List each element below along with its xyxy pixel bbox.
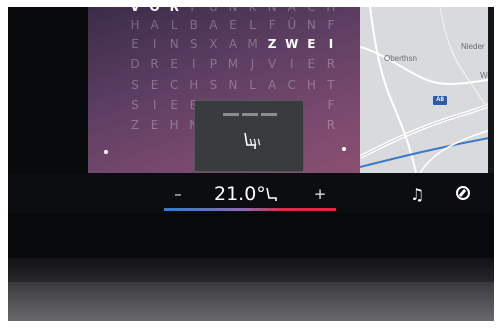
- clock-letter: Ü: [287, 18, 297, 32]
- clock-letter: V: [130, 7, 140, 14]
- temperature-display[interactable]: 21.0°: [214, 183, 266, 205]
- clock-letter: X: [209, 37, 218, 51]
- clock-letter: S: [131, 78, 139, 92]
- clock-letter: N: [306, 18, 316, 32]
- clock-dot-bottom-right: [342, 147, 346, 151]
- clock-letter: E: [150, 118, 159, 132]
- clock-letter: J: [250, 57, 255, 71]
- road-badge-a8: A8: [433, 96, 447, 105]
- clock-row: SECHSNLACHT: [128, 78, 338, 96]
- clock-row: HALBAELFÜNF: [128, 18, 338, 36]
- clock-row: DREIPMJVIER: [128, 57, 338, 75]
- temperature-increase-button[interactable]: +: [312, 185, 328, 203]
- seat-icon[interactable]: [264, 187, 280, 203]
- photo-border-bottom: [0, 321, 502, 329]
- clock-letter: A: [150, 18, 159, 32]
- clock-letter: M: [247, 37, 258, 51]
- clock-letter: H: [189, 78, 199, 92]
- clock-letter: E: [131, 37, 139, 51]
- clock-letter: R: [326, 118, 336, 132]
- clock-letter: E: [229, 18, 237, 32]
- clock-letter: F: [190, 7, 198, 14]
- clock-row: EINSXAMZWEI: [128, 37, 338, 55]
- seat-heat-level-3: [261, 113, 277, 116]
- clock-letter: D: [130, 57, 140, 71]
- clock-letter: R: [169, 7, 179, 14]
- clock-letter: [304, 118, 318, 136]
- clock-letter: I: [192, 57, 196, 71]
- clock-letter: F: [327, 98, 335, 112]
- clock-letter: L: [249, 18, 256, 32]
- clock-letter: W: [285, 37, 299, 51]
- temperature-color-bar: [164, 208, 336, 211]
- clock-letter: I: [152, 98, 157, 112]
- clock-letter: H: [130, 18, 140, 32]
- map-roads: [360, 7, 494, 173]
- clock-letter: E: [150, 78, 159, 92]
- clock-letter: Z: [267, 37, 277, 51]
- clock-letter: H: [169, 118, 179, 132]
- clock-letter: B: [189, 18, 198, 32]
- temperature-decrease-button[interactable]: –: [170, 185, 186, 203]
- photo-border-right: [494, 0, 502, 329]
- clock-letter: S: [189, 37, 198, 51]
- clock-letter: A: [228, 37, 238, 51]
- clock-letter: T: [327, 78, 335, 92]
- clock-letter: I: [328, 37, 334, 51]
- clock-letter: F: [327, 18, 335, 32]
- clock-letter: E: [307, 37, 316, 51]
- clock-letter: R: [150, 57, 159, 71]
- clock-letter: U: [208, 7, 218, 14]
- map-label-nieder: Nieder: [461, 42, 485, 51]
- clock-letter: K: [248, 7, 257, 14]
- clock-letter: N: [169, 37, 179, 51]
- clock-row: VORFUNKNACH: [128, 7, 338, 18]
- clock-letter: A: [209, 18, 218, 32]
- seat-heating-popup[interactable]: [194, 100, 304, 172]
- clock-dot-bottom-left: [104, 150, 108, 154]
- clock-letter: I: [152, 37, 157, 51]
- clock-letter: S: [131, 98, 139, 112]
- clock-letter: C: [307, 7, 316, 14]
- clock-letter: R: [326, 57, 336, 71]
- clock-letter: N: [228, 78, 238, 92]
- photo-border-left: [0, 0, 8, 329]
- clock-letter: N: [228, 7, 238, 14]
- map-label-oberthsn: Oberthsn: [384, 54, 417, 63]
- clock-letter: C: [169, 78, 179, 92]
- clock-letter: P: [209, 57, 217, 71]
- clock-letter: C: [287, 78, 296, 92]
- clock-letter: I: [289, 57, 294, 71]
- clock-letter: Z: [130, 118, 140, 132]
- seat-heating-icon: [244, 132, 261, 149]
- clock-letter: F: [268, 18, 276, 32]
- dashboard-lip: [8, 258, 494, 284]
- clock-letter: O: [149, 7, 160, 14]
- seat-heat-level-2: [242, 113, 258, 116]
- clock-letter: E: [307, 57, 316, 71]
- photo-border-top: [0, 0, 502, 7]
- seat-heat-level-1: [223, 113, 239, 116]
- clock-letter: L: [170, 18, 178, 32]
- dashboard-surface: [8, 282, 494, 321]
- clock-letter: [304, 98, 318, 116]
- clock-letter: A: [268, 78, 277, 92]
- clock-letter: N: [267, 7, 277, 14]
- clock-letter: L: [249, 78, 256, 92]
- clock-letter: H: [326, 7, 336, 14]
- clock-letter: H: [306, 78, 316, 92]
- clock-letter: S: [209, 78, 218, 92]
- music-icon[interactable]: ♫: [410, 185, 424, 204]
- map-widget[interactable]: Oberthsn Nieder We A8: [360, 7, 494, 173]
- clock-letter: E: [170, 98, 178, 112]
- clock-letter: M: [227, 57, 239, 71]
- clock-letter: A: [287, 7, 296, 14]
- clock-letter: V: [268, 57, 277, 71]
- clock-letter: E: [170, 57, 178, 71]
